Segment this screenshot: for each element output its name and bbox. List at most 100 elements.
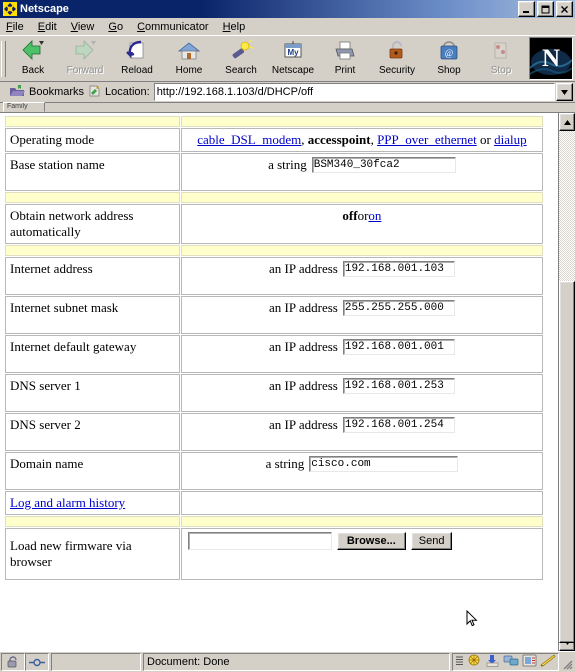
internet-address-input[interactable]	[342, 261, 455, 277]
back-button[interactable]: Back	[7, 38, 59, 76]
home-button[interactable]: Home	[163, 38, 215, 76]
status-message: Document: Done	[143, 653, 450, 671]
sep-or: or	[357, 208, 369, 223]
menu-bar: File Edit View Go Communicator Help	[0, 18, 575, 35]
resize-grip-icon[interactable]	[559, 654, 574, 670]
current-accesspoint: accesspoint	[307, 132, 371, 147]
window-controls	[518, 1, 573, 17]
menu-communicator[interactable]: Communicator	[137, 21, 209, 33]
menu-file[interactable]: File	[6, 21, 24, 33]
reload-icon	[124, 38, 150, 64]
link-cable-dsl-modem[interactable]: cable_DSL_modem	[197, 132, 301, 147]
reload-label: Reload	[121, 65, 153, 76]
netscape-logo[interactable]: N	[529, 37, 573, 80]
location-label: Location:	[105, 86, 150, 98]
toolbar-grip[interactable]	[0, 36, 7, 81]
row-value-obtain-network-address: off or on	[180, 204, 543, 244]
menu-go[interactable]: Go	[108, 21, 123, 33]
vertical-scrollbar[interactable]	[558, 113, 575, 651]
component-bar	[452, 653, 559, 671]
mailbox-icon[interactable]	[485, 654, 500, 670]
spacer-row	[5, 192, 543, 203]
netscape-label: Netscape	[271, 65, 315, 76]
row-label-log-and-alarm-history: Log and alarm history	[5, 491, 180, 515]
printer-icon	[332, 38, 358, 64]
security-button[interactable]: Security	[371, 38, 423, 76]
row-value-domain-name: a string	[180, 452, 543, 490]
window-title: Netscape	[20, 3, 69, 15]
table-row: DNS server 2 an IP address	[5, 413, 543, 451]
print-button[interactable]: Print	[319, 38, 371, 76]
url-dropdown-button[interactable]	[556, 83, 573, 101]
personal-tab-family[interactable]: Family	[3, 102, 45, 112]
navigator-icon[interactable]	[467, 654, 482, 670]
forward-button[interactable]: Forward	[59, 38, 111, 76]
link-dialup[interactable]: dialup	[494, 132, 527, 147]
shop-button[interactable]: @ Shop	[423, 38, 475, 76]
internet-subnet-mask-input[interactable]	[342, 300, 455, 316]
netscape-button[interactable]: My Netscape	[267, 38, 319, 76]
search-label: Search	[225, 65, 257, 76]
spacer-cell-left	[5, 116, 180, 127]
link-ppp-over-ethernet[interactable]: PPP_over_ethernet	[377, 132, 477, 147]
base-station-name-input[interactable]	[311, 157, 456, 173]
security-status-button[interactable]	[1, 653, 25, 671]
stop-button[interactable]: Stop	[475, 38, 527, 76]
config-table: Operating mode cable_DSL_modem, accesspo…	[4, 115, 544, 581]
hint-an-ip-address: an IP address	[269, 339, 338, 354]
row-label-internet-address: Internet address	[5, 257, 180, 295]
back-arrow-icon	[20, 38, 46, 64]
dns-server-2-input[interactable]	[342, 417, 455, 433]
toolbar-area: Back Forward Reload Home Search My Netsc…	[0, 35, 575, 112]
send-button[interactable]: Send	[410, 532, 453, 550]
reload-button[interactable]: Reload	[111, 38, 163, 76]
scroll-up-button[interactable]	[559, 113, 575, 131]
address-book-icon[interactable]	[522, 654, 537, 670]
minimize-button[interactable]	[518, 1, 535, 17]
menu-view[interactable]: View	[71, 21, 95, 33]
search-button[interactable]: Search	[215, 38, 267, 76]
bookmarks-button[interactable]: Bookmarks	[7, 84, 88, 101]
back-label: Back	[21, 65, 45, 76]
row-label-obtain-network-address: Obtain network address automatically	[5, 204, 180, 244]
domain-name-input[interactable]	[309, 456, 459, 472]
hint-an-ip-address: an IP address	[269, 378, 338, 393]
row-label-base-station-name: Base station name	[5, 153, 180, 191]
dns-server-1-input[interactable]	[342, 378, 455, 394]
scrollbar-track[interactable]	[559, 131, 575, 643]
url-input[interactable]: http://192.168.1.103/d/DHCP/off	[153, 83, 555, 101]
connection-status-button[interactable]	[25, 653, 49, 671]
hint-an-ip-address: an IP address	[269, 261, 338, 276]
print-label: Print	[334, 65, 356, 76]
hint-a-string: a string	[265, 456, 305, 471]
svg-text:@: @	[445, 48, 453, 58]
composer-icon[interactable]	[540, 654, 556, 670]
shop-label: Shop	[437, 65, 461, 76]
spacer-row	[5, 116, 543, 127]
link-log-and-alarm-history[interactable]: Log and alarm history	[10, 495, 125, 510]
scrollbar-thumb[interactable]	[559, 281, 575, 643]
page-content-area: Operating mode cable_DSL_modem, accesspo…	[0, 112, 575, 651]
location-toolbar: Bookmarks Location: http://192.168.1.103…	[0, 82, 575, 103]
maximize-button[interactable]	[537, 1, 554, 17]
row-value-base-station-name: a string	[180, 153, 543, 191]
menu-edit[interactable]: Edit	[38, 21, 57, 33]
row-value-internet-subnet-mask: an IP address	[180, 296, 543, 334]
row-label-domain-name: Domain name	[5, 452, 180, 490]
home-label: Home	[175, 65, 203, 76]
netscape-window: Netscape File Edit View Go Communicator …	[0, 0, 575, 672]
row-label-load-new-firmware: Load new firmware via browser	[5, 528, 180, 580]
row-value-load-new-firmware: Browse... Send	[180, 528, 543, 580]
menu-help[interactable]: Help	[223, 21, 246, 33]
row-label-internet-default-gateway: Internet default gateway	[5, 335, 180, 373]
browse-button[interactable]: Browse...	[336, 532, 406, 550]
internet-default-gateway-input[interactable]	[342, 339, 455, 355]
discussion-icon[interactable]	[503, 654, 519, 670]
link-on[interactable]: on	[368, 208, 381, 224]
close-button[interactable]	[556, 1, 573, 17]
row-value-dns-server-1: an IP address	[180, 374, 543, 412]
spacer-cell-left	[5, 192, 180, 203]
spacer-cell-left	[5, 245, 180, 256]
firmware-file-input[interactable]	[187, 532, 332, 550]
menu-lines-icon[interactable]	[455, 655, 464, 670]
